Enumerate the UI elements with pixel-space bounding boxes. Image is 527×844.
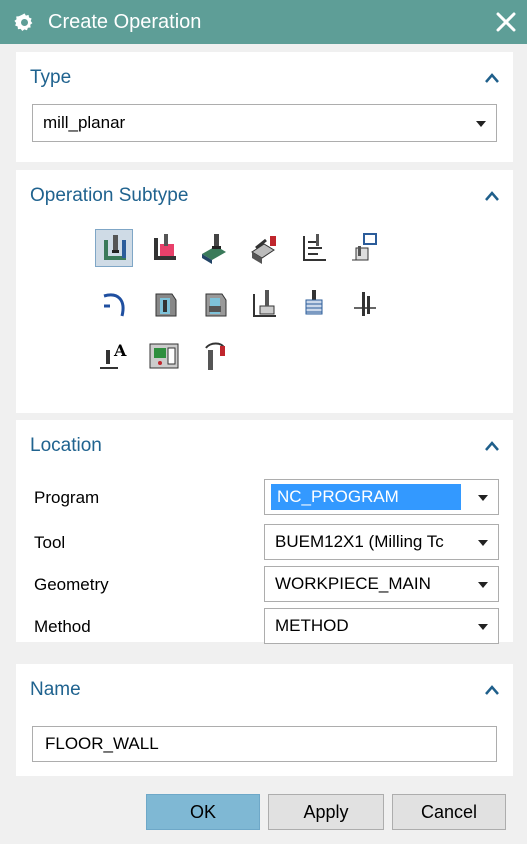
title-bar: Create Operation [0, 0, 527, 44]
finish-floor-icon[interactable] [196, 286, 232, 322]
type-dropdown[interactable]: mill_planar [32, 104, 497, 142]
type-value: mill_planar [43, 113, 126, 132]
method-label: Method [34, 617, 91, 636]
tool-label: Tool [34, 533, 66, 552]
planar-mill-icon[interactable] [296, 230, 332, 266]
floor-wall-ipw-icon[interactable] [146, 230, 182, 266]
name-input[interactable]: FLOOR_WALL [32, 726, 497, 762]
chevron-down-icon [478, 540, 488, 546]
chevron-up-icon[interactable] [483, 681, 501, 699]
tool-dropdown[interactable]: BUEM12X1 (Milling Tc [264, 524, 499, 560]
floor-wall-icon[interactable] [95, 229, 133, 267]
chevron-up-icon[interactable] [483, 187, 501, 205]
type-section-title: Type [30, 67, 72, 88]
method-value: METHOD [275, 616, 349, 635]
program-label: Program [34, 488, 100, 507]
geometry-dropdown[interactable]: WORKPIECE_MAIN [264, 566, 499, 602]
face-milling-manual-icon[interactable] [246, 230, 282, 266]
geometry-label: Geometry [34, 575, 109, 594]
location-section: Location Program NC_PROGRAM Tool BUEM12X… [16, 420, 513, 644]
thread-milling-icon[interactable] [346, 286, 382, 322]
chevron-down-icon [478, 495, 488, 501]
tool-value: BUEM12X1 (Milling Tc [275, 532, 444, 551]
hole-milling-icon[interactable] [296, 286, 332, 322]
chevron-down-icon [476, 121, 486, 127]
program-dropdown[interactable]: NC_PROGRAM [264, 479, 499, 515]
location-section-header[interactable]: Location [16, 420, 513, 472]
chevron-up-icon[interactable] [483, 69, 501, 87]
chevron-up-icon[interactable] [483, 437, 501, 455]
name-section-title: Name [30, 679, 81, 700]
chevron-down-icon [478, 582, 488, 588]
gear-icon [14, 13, 33, 31]
svg-text:A: A [113, 341, 127, 360]
method-dropdown[interactable]: METHOD [264, 608, 499, 644]
subtype-section: Operation Subtype A [16, 170, 513, 413]
planar-profile-icon[interactable] [346, 230, 382, 266]
window-title: Create Operation [48, 11, 202, 33]
apply-button[interactable]: Apply [268, 794, 384, 830]
cleanup-corners-icon[interactable] [96, 286, 132, 322]
cancel-button[interactable]: Cancel [392, 794, 506, 830]
planar-text-icon[interactable]: A [96, 338, 132, 374]
mill-control-icon[interactable] [146, 338, 182, 374]
name-section-header[interactable]: Name [16, 664, 513, 716]
face-milling-icon[interactable] [196, 230, 232, 266]
program-value: NC_PROGRAM [271, 484, 461, 510]
groove-milling-icon[interactable] [246, 286, 282, 322]
subtype-section-title: Operation Subtype [30, 185, 189, 206]
geometry-value: WORKPIECE_MAIN [275, 574, 431, 593]
location-section-title: Location [30, 435, 102, 456]
type-section: Type mill_planar [16, 52, 513, 162]
ok-button[interactable]: OK [146, 794, 260, 830]
subtype-section-header[interactable]: Operation Subtype [16, 170, 513, 222]
chevron-down-icon [478, 624, 488, 630]
close-icon[interactable] [495, 11, 517, 33]
finish-walls-icon[interactable] [146, 286, 182, 322]
mill-user-icon[interactable] [196, 338, 232, 374]
type-section-header[interactable]: Type [16, 52, 513, 104]
name-section: Name FLOOR_WALL [16, 664, 513, 776]
